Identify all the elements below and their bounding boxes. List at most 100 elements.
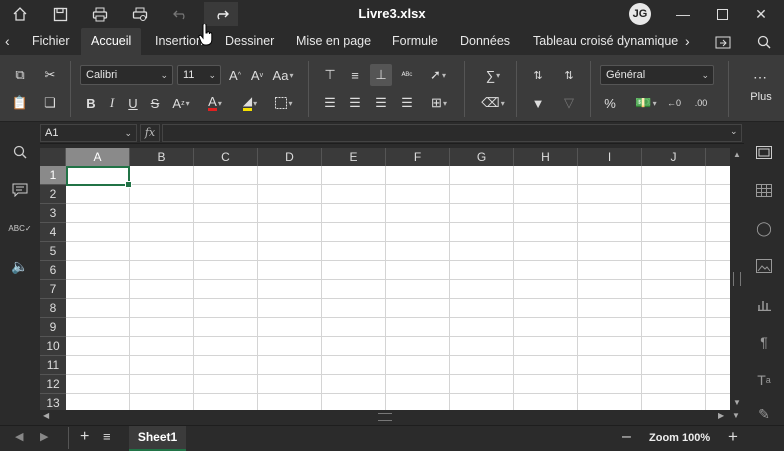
zoom-out-icon[interactable]: – [622, 428, 631, 446]
minimize-icon[interactable]: — [667, 2, 699, 26]
decrease-decimal-icon[interactable]: ←0 [663, 92, 685, 114]
horizontal-scrollbar[interactable]: ◀ ▶ ▼ [40, 410, 744, 424]
font-size-dropdown[interactable]: 11 ⌄ [177, 65, 221, 85]
format-painter-icon[interactable]: ❏ [39, 92, 61, 114]
column-header[interactable]: I [578, 148, 642, 166]
paragraph-icon[interactable]: ¶ [752, 330, 776, 354]
formula-input[interactable] [162, 124, 742, 142]
fill-color-icon[interactable]: ◢ ▾ [234, 92, 266, 114]
subscript-icon[interactable]: Az ▾ [166, 92, 196, 114]
next-sheet-icon[interactable]: ▶ [40, 430, 48, 443]
add-sheet-icon[interactable]: + [80, 428, 89, 446]
row-header[interactable]: 9 [40, 318, 66, 337]
more-icon[interactable]: ⋯ [749, 66, 771, 88]
more-label[interactable]: Plus [744, 91, 778, 103]
name-box[interactable]: A1 ⌄ [40, 124, 137, 142]
undo-icon[interactable] [166, 2, 194, 26]
sheet-tab[interactable]: Sheet1 [129, 426, 186, 451]
tab-formule[interactable]: Formule [392, 28, 438, 55]
number-format-dropdown[interactable]: Général ⌄ [600, 65, 714, 85]
prev-sheet-icon[interactable]: ◀ [15, 430, 23, 443]
tab-fichier[interactable]: Fichier [32, 28, 70, 55]
align-top-icon[interactable]: ⊤ [319, 64, 341, 86]
scroll-left-icon[interactable]: ◀ [43, 411, 49, 420]
zoom-in-icon[interactable]: + [728, 427, 738, 447]
save-icon[interactable] [46, 2, 74, 26]
decrease-font-icon[interactable]: Av [246, 64, 268, 86]
filter-icon[interactable]: ▼ [527, 92, 549, 114]
zoom-level[interactable]: Zoom 100% [649, 432, 710, 444]
scrollbar-thumb[interactable] [378, 413, 392, 421]
scroll-right-icon[interactable]: ▶ [718, 411, 724, 420]
active-cell[interactable] [66, 166, 132, 188]
row-header[interactable]: 8 [40, 299, 66, 318]
copy-icon[interactable]: ⧉ [9, 64, 31, 86]
chart-icon[interactable] [752, 292, 776, 316]
wrap-text-icon[interactable]: ᴬᴮᶜ [396, 64, 418, 86]
speaker-icon[interactable]: 🔈 [8, 254, 32, 278]
row-header[interactable]: 13 [40, 394, 66, 410]
avatar[interactable]: JG [629, 3, 651, 25]
column-header[interactable]: G [450, 148, 514, 166]
row-header[interactable]: 4 [40, 223, 66, 242]
tab-tableau-croise[interactable]: Tableau croisé dynamique [533, 28, 678, 55]
borders-icon[interactable]: ▾ [270, 92, 298, 114]
paste-icon[interactable]: 📋 [9, 92, 31, 114]
justify-icon[interactable]: ☰ [396, 92, 418, 114]
align-left-icon[interactable]: ☰ [319, 92, 341, 114]
vertical-scrollbar[interactable]: ▲ ▼ [730, 148, 744, 410]
scrollbar-thumb[interactable] [733, 272, 741, 286]
close-icon[interactable]: ✕ [745, 2, 777, 26]
expand-formula-icon[interactable]: ⌄ [730, 126, 738, 137]
row-header[interactable]: 5 [40, 242, 66, 261]
spreadsheet-grid[interactable]: ABCDEFGHIJ 1 2 3 4 5 6 7 8 9 10 11 12 13 [40, 148, 730, 410]
cut-icon[interactable]: ✂ [39, 64, 61, 86]
column-header[interactable]: F [386, 148, 450, 166]
scroll-down-icon[interactable]: ▼ [733, 398, 741, 407]
sheet-list-icon[interactable]: ≡ [103, 429, 111, 444]
currency-icon[interactable]: 💵 ▾ [630, 92, 662, 114]
increase-decimal-icon[interactable]: .00 [690, 92, 712, 114]
text-art-icon[interactable]: Ta [752, 368, 776, 392]
row-header[interactable]: 10 [40, 337, 66, 356]
comments-icon[interactable] [8, 178, 32, 202]
tab-dessiner[interactable]: Dessiner [225, 28, 274, 55]
align-center-icon[interactable]: ☰ [344, 92, 366, 114]
autosum-icon[interactable]: ∑ ▾ [476, 64, 510, 86]
bold-icon[interactable]: B [80, 92, 102, 114]
row-header[interactable]: 7 [40, 280, 66, 299]
image-icon[interactable] [752, 254, 776, 278]
align-middle-icon[interactable]: ≡ [344, 64, 366, 86]
search-icon[interactable] [8, 140, 32, 164]
italic-icon[interactable]: I [101, 92, 123, 114]
select-all-corner[interactable] [40, 148, 66, 166]
fx-icon[interactable]: fx [140, 124, 160, 142]
column-header[interactable]: B [130, 148, 194, 166]
align-bottom-icon[interactable]: ⊥ [370, 64, 392, 86]
share-icon[interactable] [715, 28, 731, 55]
row-header[interactable]: 2 [40, 185, 66, 204]
change-case-icon[interactable]: Aa ▾ [270, 64, 296, 86]
search-icon[interactable] [757, 28, 771, 55]
font-color-icon[interactable]: A ▾ [200, 92, 230, 114]
tabs-scroll-left-icon[interactable]: ‹ [5, 28, 10, 55]
clear-icon[interactable]: ⌫ ▾ [476, 92, 510, 114]
row-header[interactable]: 6 [40, 261, 66, 280]
column-header[interactable]: C [194, 148, 258, 166]
merge-cells-icon[interactable]: ⊞ ▾ [422, 92, 456, 114]
shapes-icon[interactable]: ◯ [752, 216, 776, 240]
row-header[interactable]: 11 [40, 356, 66, 375]
column-header[interactable]: D [258, 148, 322, 166]
column-header[interactable]: H [514, 148, 578, 166]
increase-font-icon[interactable]: A ^ [224, 64, 246, 86]
strikethrough-icon[interactable]: S [144, 92, 166, 114]
print-preview-icon[interactable] [126, 2, 154, 26]
redo-icon[interactable] [204, 2, 238, 26]
column-header[interactable]: E [322, 148, 386, 166]
table-icon[interactable] [752, 178, 776, 202]
tabs-scroll-right-icon[interactable]: › [685, 28, 690, 55]
home-icon[interactable] [6, 2, 34, 26]
spellcheck-icon[interactable]: ABC✓ [8, 216, 32, 240]
font-name-dropdown[interactable]: Calibri ⌄ [80, 65, 173, 85]
column-header[interactable]: A [66, 148, 130, 166]
